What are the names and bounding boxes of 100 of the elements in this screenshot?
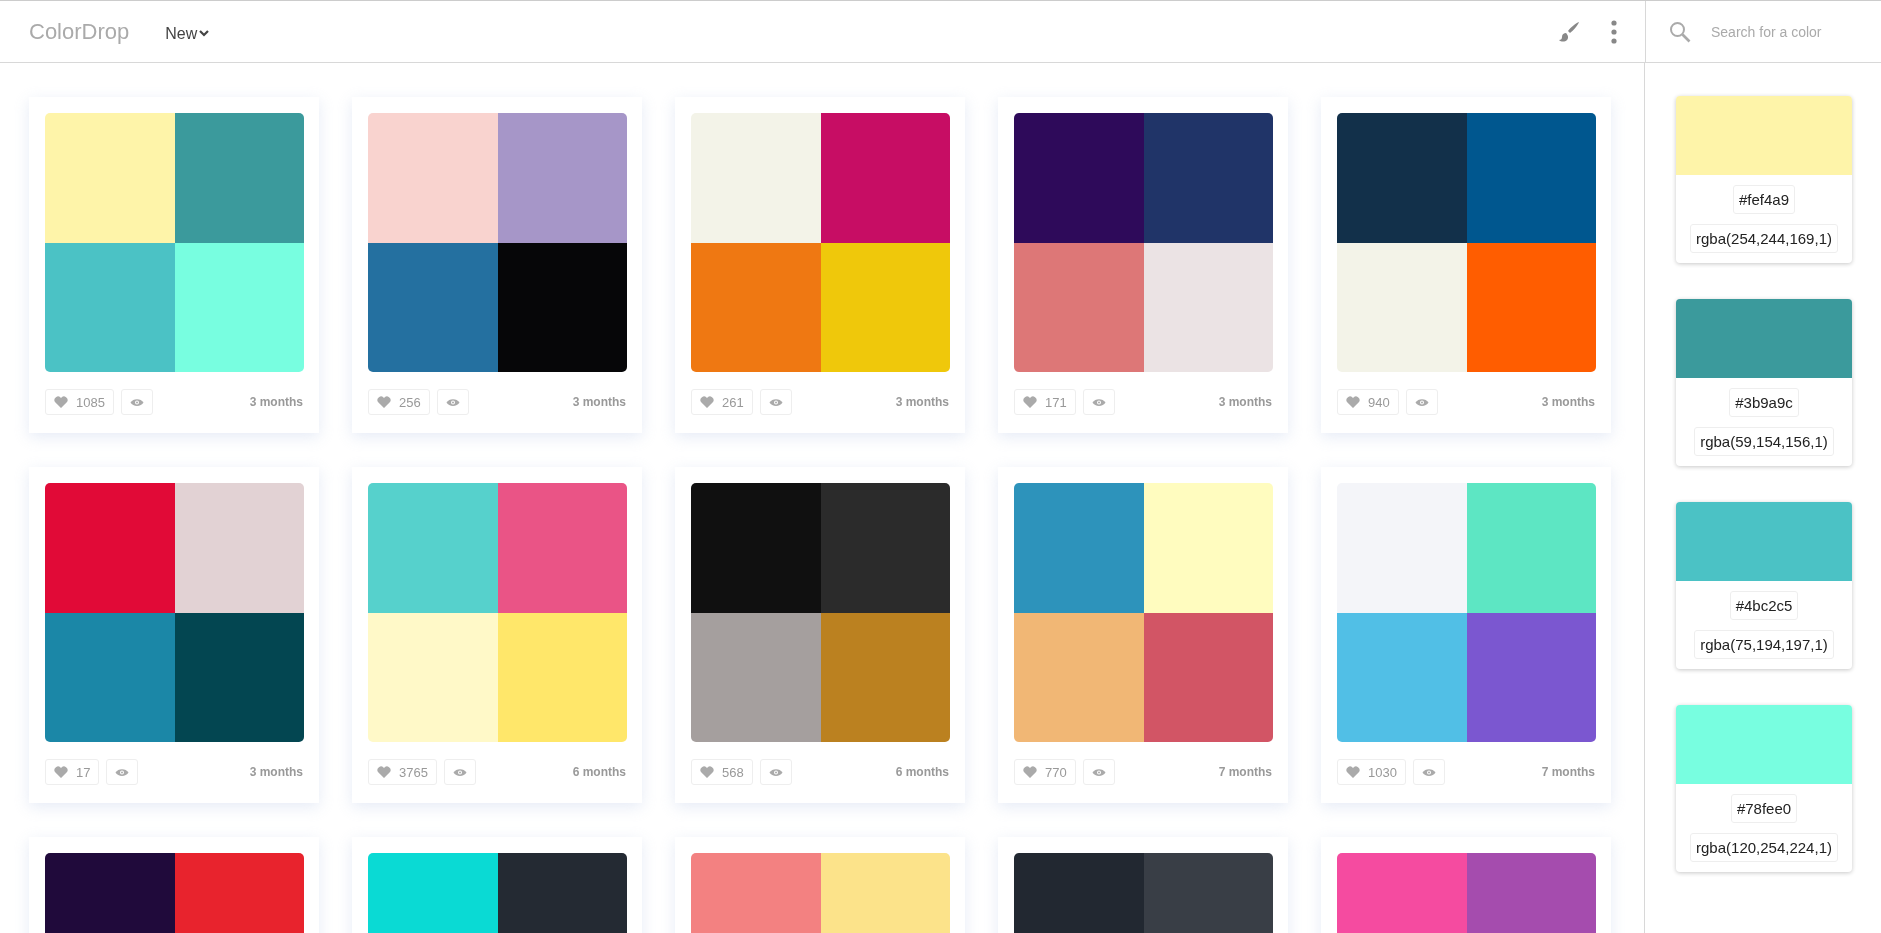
- color-swatch[interactable]: [1014, 483, 1144, 613]
- color-swatch[interactable]: [691, 242, 821, 372]
- age-label: 6 months: [895, 765, 949, 779]
- heart-icon: [54, 766, 68, 778]
- age-label: 3 months: [895, 395, 949, 409]
- color-swatch[interactable]: [1466, 612, 1596, 742]
- color-swatch[interactable]: [497, 113, 627, 243]
- palette-card[interactable]: 940 3 months: [1321, 97, 1611, 433]
- view-button[interactable]: [1405, 389, 1438, 415]
- rgba-code[interactable]: rgba(120,254,224,1): [1690, 833, 1838, 862]
- palette-card[interactable]: 3765 6 months: [352, 467, 642, 803]
- color-swatch[interactable]: [174, 113, 304, 243]
- palette-card[interactable]: 770 7 months: [998, 467, 1288, 803]
- heart-icon: [700, 766, 714, 778]
- view-button[interactable]: [120, 389, 153, 415]
- like-button[interactable]: 940: [1337, 389, 1399, 415]
- color-swatch[interactable]: [368, 113, 498, 243]
- color-swatch[interactable]: [1337, 113, 1467, 243]
- view-button[interactable]: [443, 759, 476, 785]
- color-swatch[interactable]: [691, 483, 821, 613]
- color-swatch[interactable]: [691, 612, 821, 742]
- hex-code[interactable]: #fef4a9: [1732, 185, 1795, 214]
- palette-card[interactable]: 1030 7 months: [1321, 467, 1611, 803]
- color-swatch[interactable]: [820, 242, 950, 372]
- view-button[interactable]: [759, 759, 792, 785]
- view-button[interactable]: [1082, 389, 1115, 415]
- color-swatch[interactable]: [174, 242, 304, 372]
- color-swatch[interactable]: [820, 612, 950, 742]
- eye-icon: [129, 397, 144, 407]
- color-swatch[interactable]: [497, 483, 627, 613]
- like-button[interactable]: 256: [368, 389, 430, 415]
- like-button[interactable]: 770: [1014, 759, 1076, 785]
- color-swatch[interactable]: [45, 612, 175, 742]
- palette-card[interactable]: 171 3 months: [998, 97, 1288, 433]
- more-options-icon[interactable]: [1611, 19, 1617, 44]
- hex-code[interactable]: #78fee0: [1730, 794, 1798, 823]
- eye-icon: [1414, 397, 1429, 407]
- hex-code[interactable]: #3b9a9c: [1729, 388, 1799, 417]
- color-swatch[interactable]: [368, 612, 498, 742]
- view-button[interactable]: [1412, 759, 1445, 785]
- color-swatch[interactable]: [368, 483, 498, 613]
- color-swatch[interactable]: [820, 483, 950, 613]
- color-swatch[interactable]: [497, 612, 627, 742]
- eye-icon: [768, 397, 783, 407]
- age-label: 3 months: [1218, 395, 1272, 409]
- color-swatch[interactable]: [174, 612, 304, 742]
- color-swatch[interactable]: [1466, 113, 1596, 243]
- color-swatch[interactable]: [1143, 483, 1273, 613]
- color-swatch[interactable]: [1014, 113, 1144, 243]
- paintbrush-icon[interactable]: [1557, 19, 1581, 44]
- rgba-code[interactable]: rgba(59,154,156,1): [1694, 427, 1834, 456]
- color-swatch[interactable]: [497, 242, 627, 372]
- eye-icon: [1091, 397, 1106, 407]
- color-swatch[interactable]: [174, 483, 304, 613]
- like-button[interactable]: 3765: [368, 759, 437, 785]
- like-button[interactable]: 261: [691, 389, 753, 415]
- rgba-code[interactable]: rgba(75,194,197,1): [1694, 630, 1834, 659]
- palette-card[interactable]: 17 3 months: [29, 467, 319, 803]
- view-button[interactable]: [436, 389, 469, 415]
- color-swatch[interactable]: [368, 242, 498, 372]
- palette-card[interactable]: 261 3 months: [675, 97, 965, 433]
- like-button[interactable]: 568: [691, 759, 753, 785]
- like-button[interactable]: 1030: [1337, 759, 1406, 785]
- color-swatch[interactable]: [1143, 242, 1273, 372]
- like-button[interactable]: 17: [45, 759, 100, 785]
- color-swatch[interactable]: [1337, 483, 1467, 613]
- color-swatch[interactable]: [1014, 612, 1144, 742]
- new-dropdown[interactable]: New: [165, 24, 210, 43]
- color-swatch[interactable]: [1143, 612, 1273, 742]
- age-label: 7 months: [1541, 765, 1595, 779]
- age-label: 3 months: [572, 395, 626, 409]
- palette-card[interactable]: 568 6 months: [675, 467, 965, 803]
- search-icon: [1669, 20, 1691, 43]
- like-button[interactable]: 171: [1014, 389, 1076, 415]
- heart-icon: [700, 396, 714, 408]
- eye-icon: [445, 397, 460, 407]
- color-swatch[interactable]: [1014, 242, 1144, 372]
- eye-icon: [452, 767, 467, 777]
- view-button[interactable]: [1082, 759, 1115, 785]
- like-button[interactable]: 1085: [45, 389, 114, 415]
- logo[interactable]: ColorDrop: [29, 18, 130, 45]
- color-swatch[interactable]: [1143, 113, 1273, 243]
- hex-code[interactable]: #4bc2c5: [1729, 591, 1799, 620]
- heart-icon: [1346, 396, 1360, 408]
- color-swatch[interactable]: [1466, 483, 1596, 613]
- palette-card[interactable]: 256 3 months: [352, 97, 642, 433]
- color-swatch[interactable]: [691, 113, 821, 243]
- heart-icon: [1346, 766, 1360, 778]
- color-swatch[interactable]: [45, 242, 175, 372]
- color-swatch[interactable]: [45, 113, 175, 243]
- color-swatch[interactable]: [1466, 242, 1596, 372]
- view-button[interactable]: [759, 389, 792, 415]
- age-label: 3 months: [249, 765, 303, 779]
- color-swatch[interactable]: [820, 113, 950, 243]
- color-swatch[interactable]: [1337, 242, 1467, 372]
- rgba-code[interactable]: rgba(254,244,169,1): [1690, 224, 1838, 253]
- color-swatch[interactable]: [45, 483, 175, 613]
- view-button[interactable]: [106, 759, 139, 785]
- palette-card[interactable]: 1085 3 months: [29, 97, 319, 433]
- color-swatch[interactable]: [1337, 612, 1467, 742]
